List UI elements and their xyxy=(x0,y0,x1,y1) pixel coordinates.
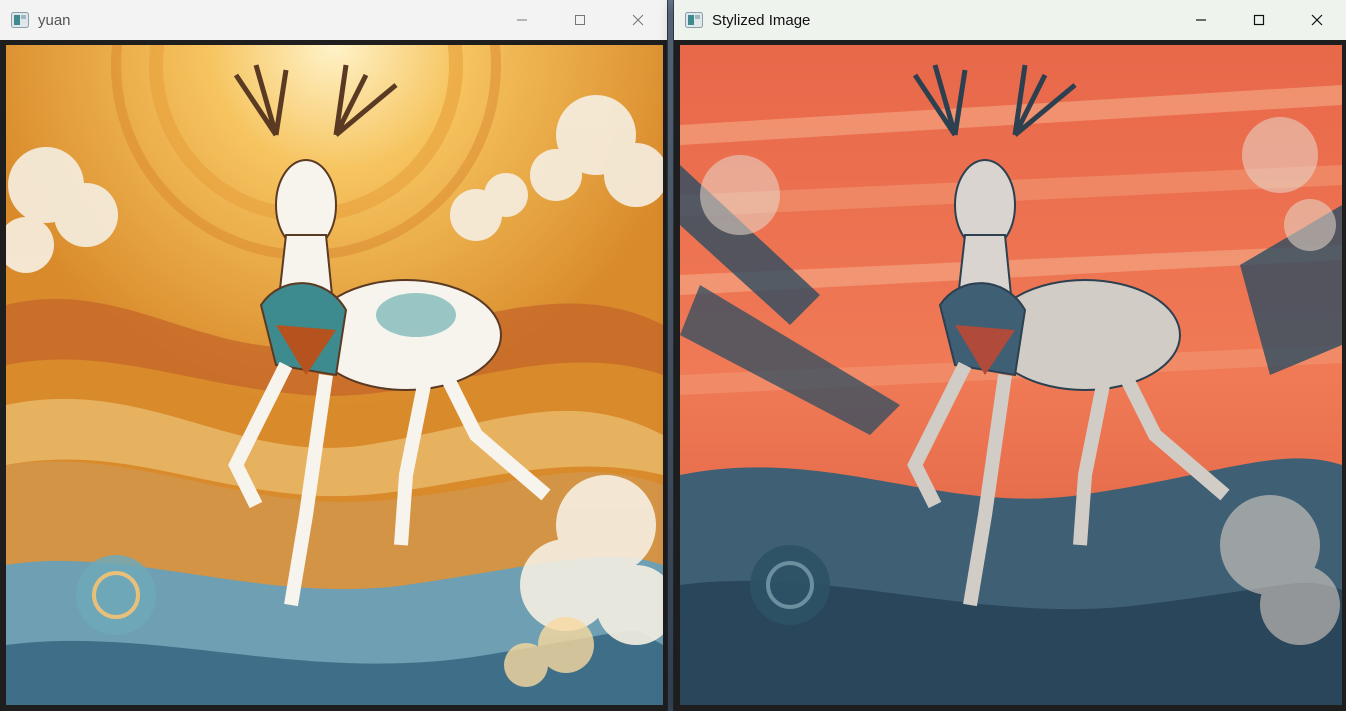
app-icon xyxy=(685,12,703,28)
window-title: Stylized Image xyxy=(712,11,811,29)
stylized-image xyxy=(680,45,1342,705)
minimize-icon xyxy=(1196,19,1206,21)
maximize-button[interactable] xyxy=(551,0,609,40)
close-button[interactable] xyxy=(609,0,667,40)
maximize-icon xyxy=(1253,14,1265,26)
maximize-icon xyxy=(575,15,585,25)
maximize-button[interactable] xyxy=(1230,0,1288,40)
stylized-image-window[interactable]: Stylized Image xyxy=(674,0,1346,711)
close-icon xyxy=(1311,14,1323,26)
minimize-icon xyxy=(517,19,527,21)
title-bar[interactable]: Stylized Image xyxy=(674,0,1346,41)
app-icon xyxy=(11,12,29,28)
close-button[interactable] xyxy=(1288,0,1346,40)
minimize-button[interactable] xyxy=(493,0,551,40)
original-image-window[interactable]: yuan xyxy=(0,0,667,711)
close-icon xyxy=(632,14,644,26)
minimize-button[interactable] xyxy=(1172,0,1230,40)
original-image xyxy=(6,45,663,705)
title-bar[interactable]: yuan xyxy=(0,0,667,41)
window-title: yuan xyxy=(38,11,71,29)
